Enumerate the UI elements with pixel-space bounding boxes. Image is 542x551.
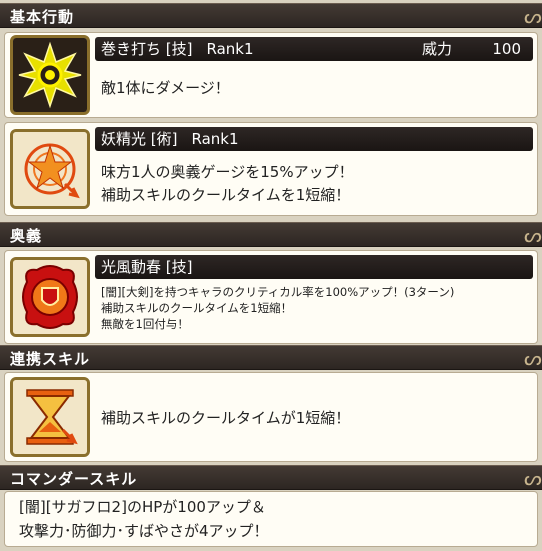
ougi-description: [闇][大剣]を持つキャラのクリティカル率を100%アップ！(3ターン) 補助ス… — [101, 284, 454, 332]
skill-description: 味方1人の奥義ゲージを15%アップ！ 補助スキルのクールタイムを1短縮！ — [101, 161, 354, 207]
section-header-basic-action: 基本行動 ᔕ — [0, 3, 542, 28]
skill-rank: Rank1 — [206, 40, 254, 58]
shield-burst-icon — [10, 257, 90, 337]
section-header-commander-skill: コマンダースキル ᔕ — [0, 465, 542, 490]
skill-desc-line: 敵1体にダメージ！ — [101, 79, 230, 97]
power-value: 100 — [492, 40, 521, 58]
section-title: 基本行動 — [10, 8, 75, 26]
skill-name: 妖精光 [術] — [101, 130, 178, 148]
skill-desc-line: 補助スキルのクールタイムを1短縮！ — [101, 186, 351, 204]
link-skill-card[interactable]: 補助スキルのクールタイムが1短縮！ — [4, 372, 538, 462]
section-title: 連携スキル — [10, 350, 91, 368]
ougi-title-bar: 光風動春 [技] — [95, 255, 533, 279]
commander-desc-line: 攻撃力･防御力･すばやさが4アップ！ — [19, 522, 269, 540]
ougi-name: 光風動春 [技] — [101, 258, 193, 276]
link-skill-description: 補助スキルのクールタイムが1短縮！ — [101, 409, 351, 427]
section-header-link-skill: 連携スキル ᔕ — [0, 345, 542, 370]
commander-skill-card[interactable]: [闇][サガフロ2]のHPが100アップ＆ 攻撃力･防御力･すばやさが4アップ！ — [4, 491, 538, 547]
skill-title-bar: 巻き打ち [技] Rank1 威力 100 — [95, 37, 533, 61]
ougi-desc-line: 補助スキルのクールタイムを1短縮！ — [101, 301, 293, 315]
skill-name: 巻き打ち [技] — [101, 40, 193, 58]
ougi-desc-line: 無敵を1回付与！ — [101, 317, 189, 331]
hourglass-icon — [10, 377, 90, 457]
skill-card-makiuchi[interactable]: 巻き打ち [技] Rank1 威力 100 敵1体にダメージ！ — [4, 32, 538, 118]
magic-circle-icon — [10, 129, 90, 209]
starburst-icon — [10, 35, 90, 115]
power-label: 威力 — [422, 40, 453, 58]
skill-rank: Rank1 — [191, 130, 239, 148]
scroll-ornament-icon: ᔕ — [524, 223, 542, 247]
ougi-card[interactable]: 光風動春 [技] [闇][大剣]を持つキャラのクリティカル率を100%アップ！(… — [4, 250, 538, 344]
skill-card-yoseikou[interactable]: 妖精光 [術] Rank1 味方1人の奥義ゲージを15%アップ！ 補助スキルのクー… — [4, 122, 538, 216]
scroll-ornament-icon: ᔕ — [524, 4, 542, 28]
commander-desc-line: [闇][サガフロ2]のHPが100アップ＆ — [19, 498, 266, 516]
section-title: 奥義 — [10, 227, 43, 245]
section-title: コマンダースキル — [10, 470, 138, 488]
commander-description: [闇][サガフロ2]のHPが100アップ＆ 攻撃力･防御力･すばやさが4アップ！ — [19, 495, 269, 543]
skill-title-bar: 妖精光 [術] Rank1 — [95, 127, 533, 151]
skill-desc-line: 味方1人の奥義ゲージを15%アップ！ — [101, 163, 354, 181]
scroll-ornament-icon: ᔕ — [524, 466, 542, 490]
skill-description: 敵1体にダメージ！ — [101, 77, 230, 100]
section-header-ougi: 奥義 ᔕ — [0, 222, 542, 247]
scroll-ornament-icon: ᔕ — [524, 346, 542, 370]
ougi-desc-line: [闇][大剣]を持つキャラのクリティカル率を100%アップ！(3ターン) — [101, 285, 455, 299]
